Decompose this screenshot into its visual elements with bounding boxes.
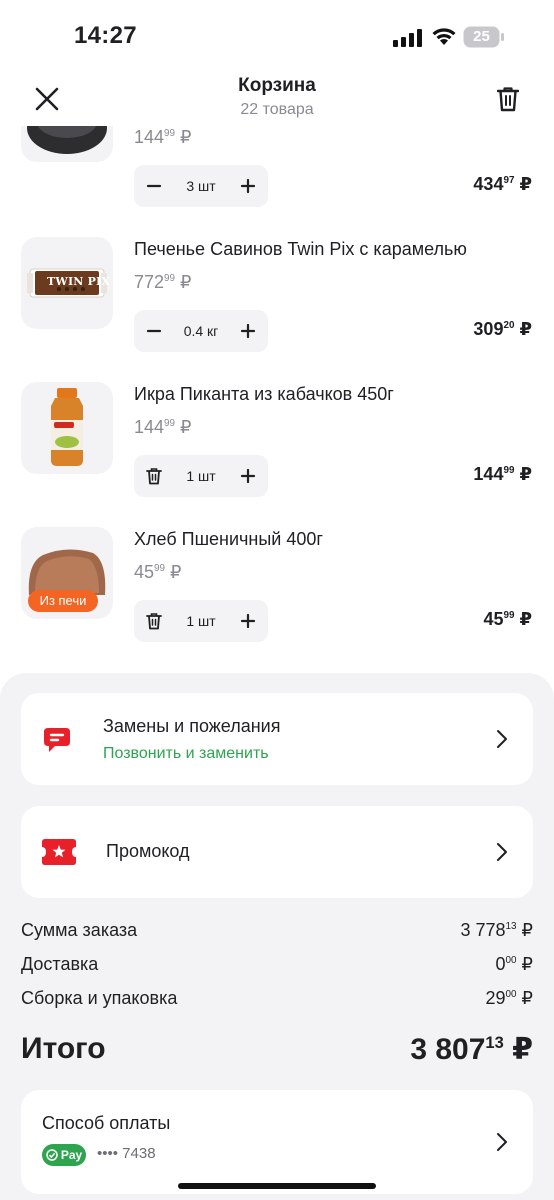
increase-button[interactable] xyxy=(228,455,268,497)
quantity-value: 0.4 кг xyxy=(183,323,219,339)
decrease-button[interactable] xyxy=(134,310,174,352)
promo-card[interactable]: Промокод xyxy=(21,806,533,898)
remove-item-button[interactable] xyxy=(134,455,174,497)
decrease-button[interactable] xyxy=(134,165,174,207)
battery-level: 25 xyxy=(473,28,490,45)
quantity-stepper: 0.4 кг xyxy=(134,310,268,352)
battery-icon: 25 xyxy=(463,26,505,48)
page-title: Корзина xyxy=(238,75,316,96)
card-number: •••• 7438 xyxy=(97,1145,156,1162)
minus-icon xyxy=(146,184,162,188)
status-time: 14:27 xyxy=(74,22,137,49)
unit-price: 77299 ₽ xyxy=(134,272,192,292)
packing-row: Сборка и упаковка 2900 ₽ xyxy=(21,988,533,1014)
grand-total-row: Итого 3 80713 ₽ xyxy=(21,1032,533,1072)
chevron-right-icon xyxy=(497,730,507,748)
chevron-right-icon xyxy=(497,843,507,861)
increase-button[interactable] xyxy=(228,165,268,207)
minus-icon xyxy=(146,329,162,333)
quantity-stepper: 1 шт xyxy=(134,600,268,642)
grand-total-label: Итого xyxy=(21,1032,106,1065)
plus-icon xyxy=(240,323,256,339)
cart-item: Из печи Хлеб Пшеничный 400г 4599 ₽ 1 шт … xyxy=(0,527,554,667)
quantity-value: 3 шт xyxy=(186,178,216,194)
quantity-value: 1 шт xyxy=(186,468,216,484)
item-total: 14499 ₽ xyxy=(473,464,532,484)
plus-icon xyxy=(240,468,256,484)
chevron-right-icon xyxy=(497,1133,507,1151)
delivery-label: Доставка xyxy=(21,954,99,974)
delivery-value: 000 ₽ xyxy=(495,954,533,974)
plus-icon xyxy=(240,178,256,194)
coupon-icon xyxy=(42,839,76,865)
cart-item: TWIN PIX Печенье Савинов Twin Pix с кара… xyxy=(0,237,554,377)
quantity-stepper: 3 шт xyxy=(134,165,268,207)
oven-badge: Из печи xyxy=(28,590,98,612)
status-bar: 14:27 25 xyxy=(0,0,554,70)
trash-icon xyxy=(146,613,162,630)
cart-header: Корзина 22 товара xyxy=(0,70,554,126)
packing-value: 2900 ₽ xyxy=(485,988,533,1008)
product-image[interactable] xyxy=(21,382,113,474)
unit-price: 14499 ₽ xyxy=(134,127,192,147)
remove-item-button[interactable] xyxy=(134,600,174,642)
grand-total-value: 3 80713 ₽ xyxy=(410,1033,533,1066)
item-total: 43497 ₽ xyxy=(473,174,532,194)
increase-button[interactable] xyxy=(228,310,268,352)
pay-badge: Pay xyxy=(42,1144,86,1166)
cart-item: Икра Пиканта из кабачков 450г 14499 ₽ 1 … xyxy=(0,382,554,522)
item-total: 4599 ₽ xyxy=(483,609,532,629)
clear-cart-button[interactable] xyxy=(492,82,524,116)
subtotal-label: Сумма заказа xyxy=(21,920,138,940)
cellular-signal-icon xyxy=(393,29,422,47)
subtotal-value: 3 77813 ₽ xyxy=(460,920,534,940)
replacements-title: Замены и пожелания xyxy=(103,716,281,736)
wifi-icon xyxy=(432,28,456,45)
unit-price: 14499 ₽ xyxy=(134,417,192,437)
package-logo-text: TWIN PIX xyxy=(47,275,111,288)
call-and-replace-link[interactable]: Позвонить и заменить xyxy=(103,745,269,763)
subtotal-row: Сумма заказа 3 77813 ₽ xyxy=(21,920,533,946)
replacements-card[interactable]: Замены и пожелания Позвонить и заменить xyxy=(21,693,533,785)
quantity-value: 1 шт xyxy=(186,613,216,629)
product-name[interactable]: Хлеб Пшеничный 400г xyxy=(134,529,323,550)
trash-icon xyxy=(497,87,519,112)
product-name[interactable]: Икра Пиканта из кабачков 450г xyxy=(134,384,394,405)
check-circle-icon xyxy=(46,1149,58,1161)
packing-label: Сборка и упаковка xyxy=(21,988,178,1008)
product-name[interactable]: Печенье Савинов Twin Pix с карамелью xyxy=(134,239,467,260)
item-total: 30920 ₽ xyxy=(473,319,532,339)
plus-icon xyxy=(240,613,256,629)
items-count: 22 товара xyxy=(240,101,314,118)
increase-button[interactable] xyxy=(228,600,268,642)
home-indicator xyxy=(178,1183,376,1189)
promo-title: Промокод xyxy=(106,841,190,861)
payment-method-card[interactable]: Способ оплаты xyxy=(21,1090,533,1194)
chat-icon xyxy=(44,728,70,752)
delivery-row: Доставка 000 ₽ xyxy=(21,954,533,980)
product-image[interactable]: TWIN PIX xyxy=(21,237,113,329)
trash-icon xyxy=(146,468,162,485)
payment-title: Способ оплаты xyxy=(42,1113,171,1133)
quantity-stepper: 1 шт xyxy=(134,455,268,497)
unit-price: 4599 ₽ xyxy=(134,562,182,582)
